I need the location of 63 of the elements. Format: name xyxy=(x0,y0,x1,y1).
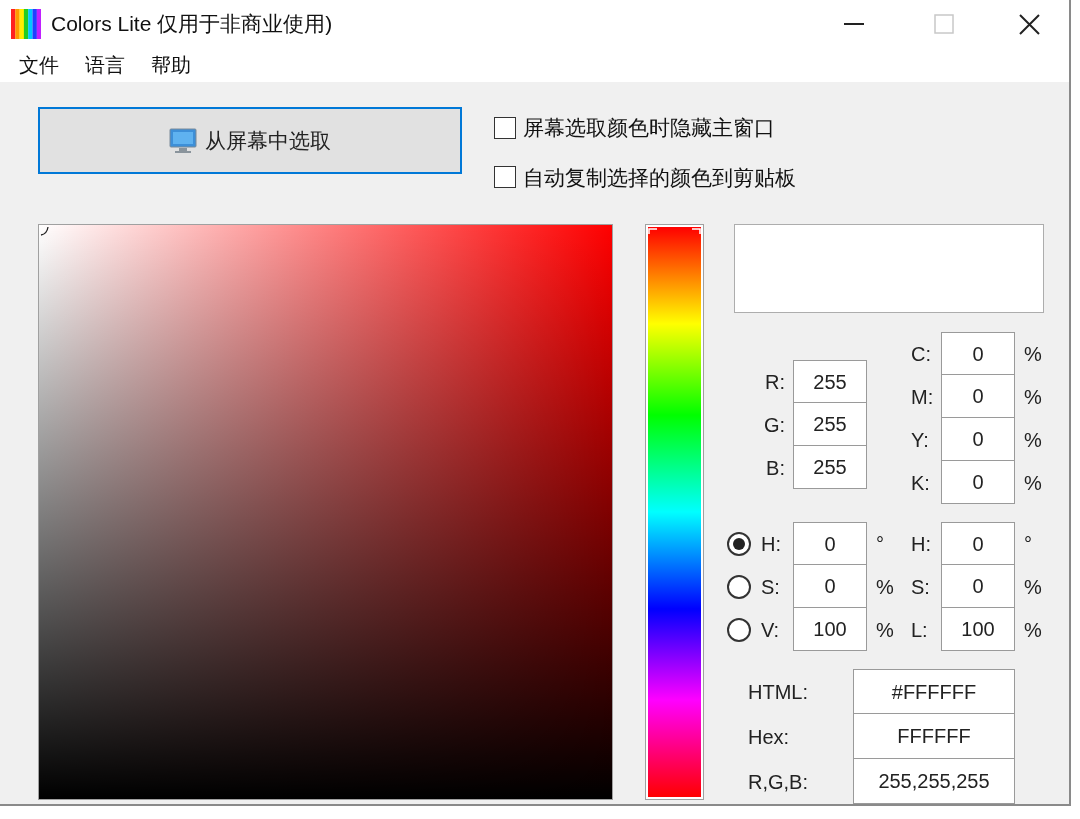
input-field[interactable]: 0 xyxy=(941,375,1015,418)
field-label: M: xyxy=(911,384,935,410)
checkbox-label: 自动复制选择的颜色到剪贴板 xyxy=(523,164,796,191)
field-label: H: xyxy=(911,531,932,557)
app-logo-icon xyxy=(11,9,41,39)
saturation-value-field[interactable] xyxy=(38,224,613,800)
hue-marker-icon[interactable] xyxy=(648,227,701,235)
field-label: R: xyxy=(764,369,786,395)
field-label: L: xyxy=(911,617,929,643)
input-field[interactable]: 0 xyxy=(793,522,867,565)
input-field[interactable]: 0 xyxy=(941,461,1015,504)
checkbox[interactable] xyxy=(494,166,516,189)
radio-button[interactable] xyxy=(727,574,751,599)
input-field[interactable]: 255 xyxy=(793,360,867,403)
field-label: S: xyxy=(760,574,781,600)
field-label: K: xyxy=(911,470,931,496)
radio-button[interactable] xyxy=(727,617,751,642)
field-label: % xyxy=(1024,574,1042,600)
minimize-icon xyxy=(844,23,864,25)
field-label: % xyxy=(1024,427,1042,453)
checkbox-label: 屏幕选取颜色时隐藏主窗口 xyxy=(523,115,775,141)
field-label: ° xyxy=(875,531,885,557)
input-field[interactable]: 0 xyxy=(941,522,1015,565)
menu-item[interactable]: 文件 xyxy=(10,50,68,80)
input-field[interactable]: 0 xyxy=(941,418,1015,461)
field-label: % xyxy=(875,617,895,643)
field-label: % xyxy=(1024,617,1042,643)
input-field[interactable]: #FFFFFF xyxy=(853,669,1015,714)
field-label: ° xyxy=(1024,531,1032,557)
input-field[interactable]: 100 xyxy=(941,608,1015,651)
field-label: Y: xyxy=(911,427,930,453)
field-label: B: xyxy=(765,455,786,481)
maximize-icon xyxy=(934,14,954,34)
field-label: H: xyxy=(760,531,782,557)
input-field[interactable]: 100 xyxy=(793,608,867,651)
menu-item[interactable]: 帮助 xyxy=(142,50,200,80)
hue-slider[interactable] xyxy=(645,224,704,800)
field-label: HTML: xyxy=(747,679,809,705)
field-label: % xyxy=(1024,384,1042,410)
input-field[interactable]: 255,255,255 xyxy=(853,759,1015,804)
input-field[interactable]: 255 xyxy=(793,446,867,489)
radio-button[interactable] xyxy=(727,531,751,556)
picker-marker-icon xyxy=(40,226,50,236)
field-label: R,G,B: xyxy=(747,769,809,795)
input-field[interactable]: 255 xyxy=(793,403,867,446)
field-label: % xyxy=(1024,341,1042,367)
window-title: Colors Lite 仅用于非商业使用) xyxy=(51,11,333,38)
checkbox[interactable] xyxy=(494,116,516,139)
monitor-icon xyxy=(169,127,197,154)
menu-item[interactable]: 语言 xyxy=(76,50,134,80)
close-icon xyxy=(1018,13,1040,35)
input-field[interactable]: FFFFFF xyxy=(853,714,1015,759)
field-label: G: xyxy=(762,412,786,438)
input-field[interactable]: 0 xyxy=(793,565,867,608)
field-label: S: xyxy=(911,574,931,600)
field-label: % xyxy=(875,574,895,600)
field-label: V: xyxy=(760,617,781,643)
pick-from-screen-button[interactable]: 从屏幕中选取 xyxy=(38,107,462,174)
field-label: % xyxy=(1024,470,1042,496)
input-field[interactable]: 0 xyxy=(941,565,1015,608)
input-field[interactable]: 0 xyxy=(941,332,1015,375)
field-label: Hex: xyxy=(747,724,791,750)
field-label: C: xyxy=(911,341,932,367)
